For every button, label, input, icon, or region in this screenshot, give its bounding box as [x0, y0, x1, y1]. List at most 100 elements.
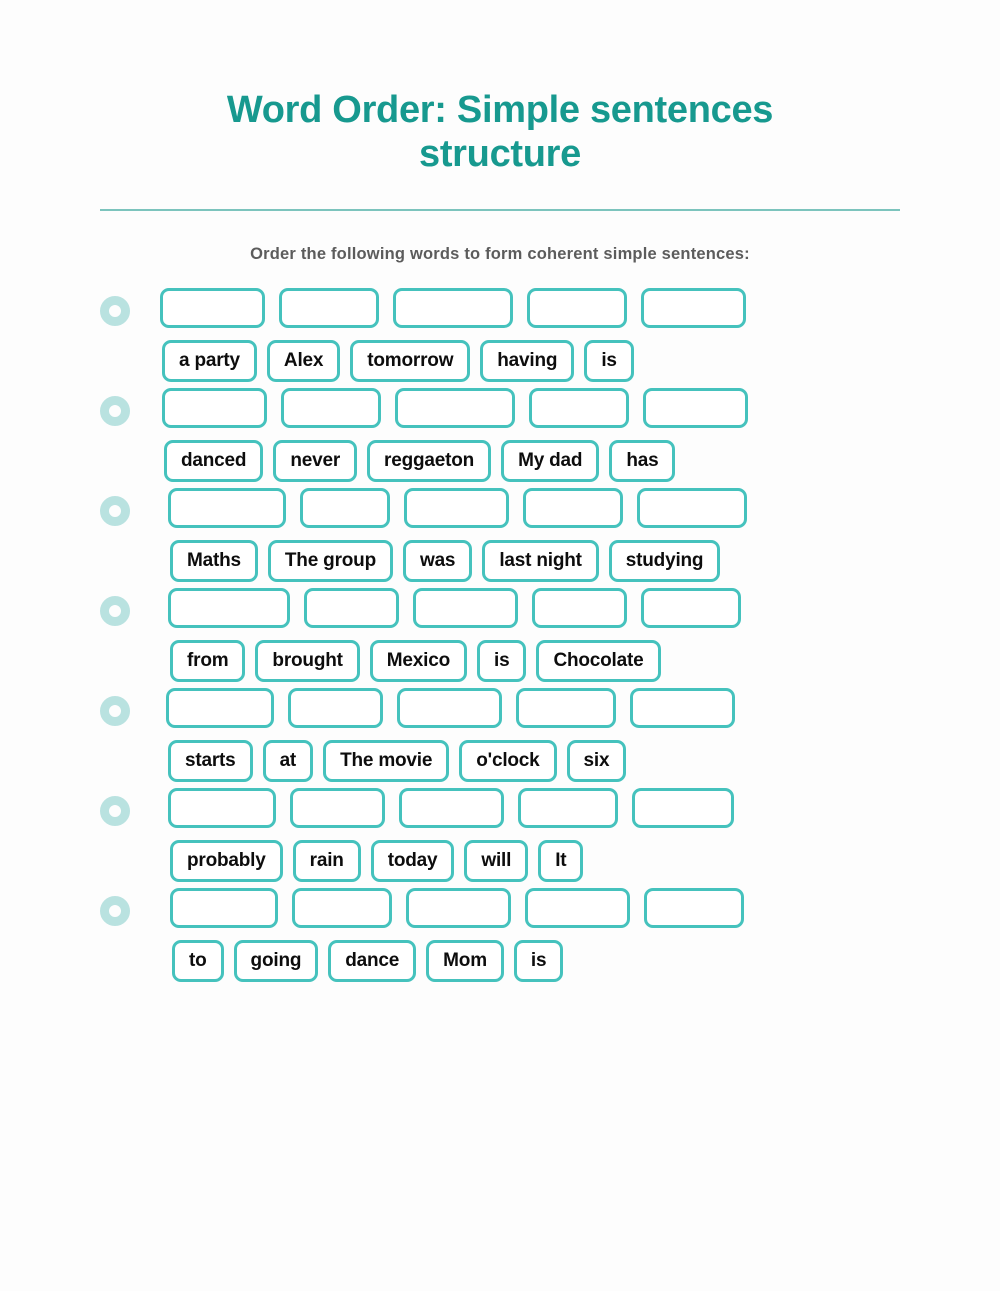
word-tile[interactable]: o'clock	[459, 739, 557, 782]
word-tile[interactable]: has	[609, 439, 676, 482]
word-tile[interactable]: tomorrow	[350, 339, 471, 382]
word-tile[interactable]: danced	[164, 439, 264, 482]
word-tile[interactable]: will	[464, 839, 529, 882]
answer-slot-row	[0, 787, 1000, 828]
answer-slot[interactable]	[393, 287, 513, 328]
word-bank-row: from brought Mexico is Chocolate	[0, 639, 1000, 682]
answer-slot[interactable]	[166, 687, 274, 728]
answer-slot[interactable]	[162, 387, 267, 428]
answer-slot[interactable]	[168, 787, 276, 828]
answer-slot[interactable]	[397, 687, 502, 728]
answer-slot[interactable]	[395, 387, 515, 428]
answer-slot[interactable]	[288, 687, 383, 728]
ring-bullet-icon	[100, 795, 130, 826]
exercise-row: probably rain today will It	[0, 787, 1000, 882]
worksheet-page: Word Order: Simple sentences structure O…	[0, 0, 1000, 1291]
answer-slot-row	[0, 887, 1000, 928]
word-tile[interactable]: is	[513, 939, 564, 982]
word-tile[interactable]: today	[370, 839, 455, 882]
word-bank-row: to going dance Mom is	[0, 939, 1000, 982]
word-tile[interactable]: Maths	[170, 539, 258, 582]
word-tile[interactable]: from	[170, 639, 246, 682]
ring-bullet-icon	[100, 895, 130, 926]
ring-bullet-icon	[100, 395, 130, 426]
answer-slot[interactable]	[170, 887, 278, 928]
answer-slot[interactable]	[404, 487, 509, 528]
exercise-row: danced never reggaeton My dad has	[0, 387, 1000, 482]
header-divider	[100, 208, 900, 211]
word-tile[interactable]: Chocolate	[536, 639, 661, 682]
answer-slot[interactable]	[641, 587, 741, 628]
word-tile[interactable]: a party	[162, 339, 257, 382]
answer-slot[interactable]	[300, 487, 390, 528]
word-tile[interactable]: starts	[168, 739, 253, 782]
answer-slot[interactable]	[304, 587, 399, 628]
answer-slot[interactable]	[399, 787, 504, 828]
word-tile[interactable]: brought	[255, 639, 360, 682]
answer-slot[interactable]	[644, 887, 744, 928]
answer-slot[interactable]	[406, 887, 511, 928]
word-bank-row: Maths The group was last night studying	[0, 539, 1000, 582]
word-tile[interactable]: Alex	[266, 339, 341, 382]
answer-slot[interactable]	[532, 587, 627, 628]
word-tile[interactable]: was	[402, 539, 473, 582]
word-bank-row: starts at The movie o'clock six	[0, 739, 1000, 782]
answer-slot[interactable]	[527, 287, 627, 328]
word-tile[interactable]: My dad	[501, 439, 600, 482]
exercise-row: Maths The group was last night studying	[0, 487, 1000, 582]
answer-slot[interactable]	[523, 487, 623, 528]
exercise-row: to going dance Mom is	[0, 887, 1000, 982]
answer-slot[interactable]	[529, 387, 629, 428]
page-title: Word Order: Simple sentences structure	[226, 89, 774, 176]
answer-slot[interactable]	[413, 587, 518, 628]
word-tile[interactable]: dance	[328, 939, 417, 982]
word-tile[interactable]: at	[262, 739, 314, 782]
answer-slot[interactable]	[643, 387, 748, 428]
answer-slot[interactable]	[630, 687, 735, 728]
word-tile[interactable]: The movie	[323, 739, 450, 782]
exercise-row: from brought Mexico is Chocolate	[0, 587, 1000, 682]
exercise-row: starts at The movie o'clock six	[0, 687, 1000, 782]
word-tile[interactable]: last night	[482, 539, 599, 582]
word-tile[interactable]: reggaeton	[367, 439, 492, 482]
answer-slot[interactable]	[279, 287, 379, 328]
answer-slot-row	[0, 287, 1000, 328]
word-bank-row: danced never reggaeton My dad has	[0, 439, 1000, 482]
instructions-text: Order the following words to form cohere…	[250, 244, 750, 263]
answer-slot-row	[0, 587, 1000, 628]
ring-bullet-icon	[100, 695, 130, 726]
answer-slot[interactable]	[281, 387, 381, 428]
word-tile[interactable]: probably	[170, 839, 283, 882]
word-tile[interactable]: studying	[608, 539, 721, 582]
word-bank-row: a party Alex tomorrow having is	[0, 339, 1000, 382]
word-tile[interactable]: Mom	[426, 939, 504, 982]
answer-slot[interactable]	[292, 887, 392, 928]
exercise-row: a party Alex tomorrow having is	[0, 287, 1000, 382]
word-tile[interactable]: never	[273, 439, 358, 482]
word-tile[interactable]: six	[566, 739, 627, 782]
word-tile[interactable]: is	[584, 339, 634, 382]
answer-slot[interactable]	[637, 487, 747, 528]
answer-slot[interactable]	[518, 787, 618, 828]
answer-slot-row	[0, 487, 1000, 528]
answer-slot[interactable]	[168, 587, 290, 628]
word-tile[interactable]: going	[233, 939, 319, 982]
answer-slot-row	[0, 387, 1000, 428]
word-tile[interactable]: having	[480, 339, 575, 382]
answer-slot[interactable]	[516, 687, 616, 728]
word-tile[interactable]: rain	[292, 839, 361, 882]
answer-slot[interactable]	[632, 787, 734, 828]
word-tile[interactable]: Mexico	[369, 639, 467, 682]
ring-bullet-icon	[100, 595, 130, 626]
word-tile[interactable]: The group	[267, 539, 393, 582]
answer-slot[interactable]	[290, 787, 385, 828]
word-tile[interactable]: to	[172, 939, 224, 982]
word-tile[interactable]: is	[477, 639, 527, 682]
answer-slot[interactable]	[168, 487, 286, 528]
ring-bullet-icon	[100, 295, 130, 326]
ring-bullet-icon	[100, 495, 130, 526]
word-tile[interactable]: It	[538, 839, 584, 882]
answer-slot[interactable]	[160, 287, 265, 328]
answer-slot[interactable]	[525, 887, 630, 928]
answer-slot[interactable]	[641, 287, 746, 328]
